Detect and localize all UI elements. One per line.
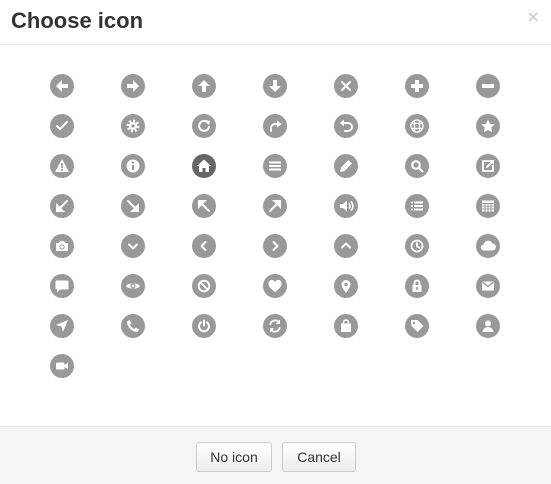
arrow-up-right-icon[interactable] (263, 194, 287, 218)
arrow-right-icon[interactable] (121, 74, 145, 98)
grid-icon[interactable] (405, 114, 429, 138)
lock-icon[interactable] (405, 274, 429, 298)
warning-icon[interactable] (50, 154, 74, 178)
arrow-down-right-icon[interactable] (121, 194, 145, 218)
gear-icon[interactable] (121, 114, 145, 138)
clock-icon[interactable] (405, 234, 429, 258)
power-icon[interactable] (192, 314, 216, 338)
navigation-icon[interactable] (50, 314, 74, 338)
chevron-up-icon[interactable] (334, 234, 358, 258)
refresh-icon[interactable] (192, 114, 216, 138)
cancel-button[interactable]: Cancel (282, 442, 356, 472)
volume-icon[interactable] (334, 194, 358, 218)
star-icon[interactable] (476, 114, 500, 138)
dialog-title: Choose icon (11, 8, 144, 33)
user-icon[interactable] (476, 314, 500, 338)
close-icon[interactable]: × (527, 9, 540, 25)
info-icon[interactable] (121, 154, 145, 178)
shopping-bag-icon[interactable] (334, 314, 358, 338)
map-marker-icon[interactable] (334, 274, 358, 298)
plus-icon[interactable] (405, 74, 429, 98)
chevron-left-icon[interactable] (192, 234, 216, 258)
arrow-down-icon[interactable] (263, 74, 287, 98)
arrow-left-icon[interactable] (50, 74, 74, 98)
envelope-icon[interactable] (476, 274, 500, 298)
remove-icon[interactable] (334, 74, 358, 98)
eye-icon[interactable] (121, 274, 145, 298)
external-link-icon[interactable] (476, 154, 500, 178)
arrow-down-left-icon[interactable] (50, 194, 74, 218)
chevron-down-icon[interactable] (121, 234, 145, 258)
video-icon[interactable] (50, 354, 74, 378)
camera-icon[interactable] (50, 234, 74, 258)
ban-icon[interactable] (192, 274, 216, 298)
dialog-footer: No icon Cancel (0, 426, 551, 484)
calendar-icon[interactable] (476, 194, 500, 218)
dialog-header: Choose icon × (0, 0, 551, 45)
choose-icon-dialog: Choose icon × No icon Cancel (0, 0, 551, 484)
search-icon[interactable] (405, 154, 429, 178)
list-icon[interactable] (405, 194, 429, 218)
home-icon[interactable] (192, 154, 216, 178)
arrow-up-icon[interactable] (192, 74, 216, 98)
minus-icon[interactable] (476, 74, 500, 98)
chevron-right-icon[interactable] (263, 234, 287, 258)
comment-icon[interactable] (50, 274, 74, 298)
menu-icon[interactable] (263, 154, 287, 178)
no-icon-button[interactable]: No icon (196, 442, 272, 472)
sync-icon[interactable] (263, 314, 287, 338)
pencil-icon[interactable] (334, 154, 358, 178)
cloud-icon[interactable] (476, 234, 500, 258)
check-icon[interactable] (50, 114, 74, 138)
icon-grid (0, 46, 551, 426)
undo-icon[interactable] (334, 114, 358, 138)
share-icon[interactable] (263, 114, 287, 138)
arrow-up-left-icon[interactable] (192, 194, 216, 218)
heart-icon[interactable] (263, 274, 287, 298)
phone-icon[interactable] (121, 314, 145, 338)
tag-icon[interactable] (405, 314, 429, 338)
